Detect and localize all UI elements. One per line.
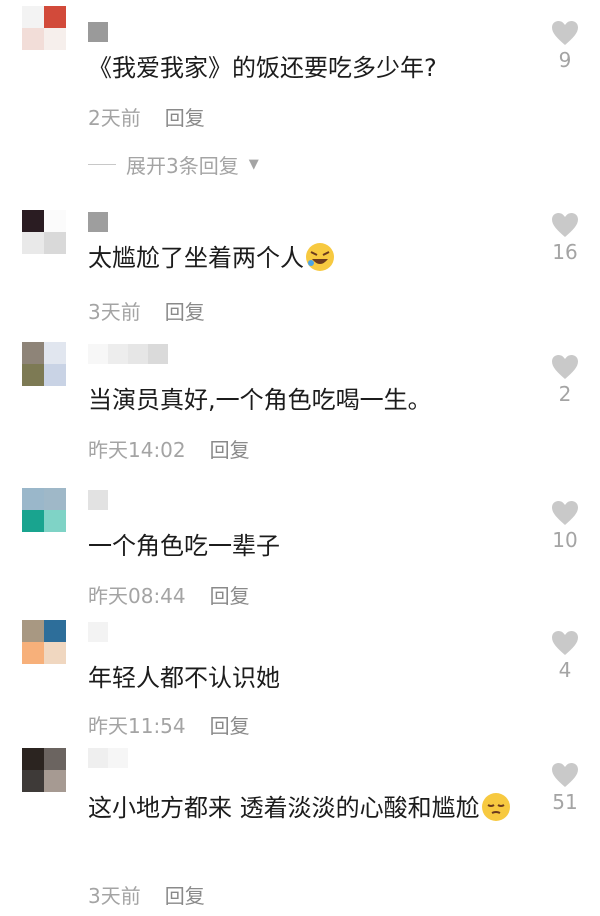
avatar-pixel xyxy=(44,232,66,254)
like-button[interactable]: 51 xyxy=(548,762,582,814)
username-block xyxy=(128,344,148,364)
comment-meta: 昨天11:54 回复 xyxy=(88,710,250,739)
username-blurred[interactable] xyxy=(88,344,168,364)
avatar-pixel xyxy=(44,488,66,510)
avatar[interactable] xyxy=(22,748,66,792)
comment-time: 昨天11:54 xyxy=(88,714,186,738)
caret-down-icon: ▼ xyxy=(248,157,259,172)
comment-time: 3天前 xyxy=(88,300,141,324)
avatar-pixel xyxy=(44,510,66,532)
avatar[interactable] xyxy=(22,488,66,532)
username-block xyxy=(148,344,168,364)
like-count: 9 xyxy=(558,48,572,72)
avatar[interactable] xyxy=(22,6,66,50)
heart-icon xyxy=(552,501,578,525)
reply-button[interactable]: 回复 xyxy=(165,880,205,909)
reply-button[interactable]: 回复 xyxy=(210,434,250,463)
avatar-pixel xyxy=(22,748,44,770)
avatar-pixel xyxy=(22,510,44,532)
avatar-pixel xyxy=(44,770,66,792)
expand-replies-button[interactable]: 展开3条回复 ▼ xyxy=(88,150,259,179)
avatar-pixel xyxy=(22,364,44,386)
like-button[interactable]: 16 xyxy=(548,212,582,264)
avatar-pixel xyxy=(22,28,44,50)
comment-text: 《我爱我家》的饭还要吃多少年? xyxy=(88,54,437,82)
avatar-pixel xyxy=(22,770,44,792)
comment-meta: 2天前 回复 xyxy=(88,102,205,131)
comment-meta: 昨天08:44 回复 xyxy=(88,580,250,609)
comment-text: 一个角色吃一辈子 xyxy=(88,532,280,560)
like-count: 4 xyxy=(558,658,572,682)
comment-time: 3天前 xyxy=(88,884,141,908)
comment-time: 昨天14:02 xyxy=(88,438,186,462)
comment-meta: 昨天14:02 回复 xyxy=(88,434,250,463)
username-blurred[interactable] xyxy=(88,22,108,42)
like-count: 10 xyxy=(552,528,578,552)
avatar-pixel xyxy=(44,342,66,364)
avatar[interactable] xyxy=(22,210,66,254)
avatar-pixel xyxy=(44,748,66,770)
comment-meta: 3天前 回复 xyxy=(88,296,205,325)
expand-replies-label: 展开3条回复 xyxy=(126,154,239,178)
username-blurred[interactable] xyxy=(88,622,108,642)
divider-dash xyxy=(88,164,116,165)
username-blurred[interactable] xyxy=(88,212,108,232)
username-block xyxy=(88,622,108,642)
like-button[interactable]: 4 xyxy=(548,630,582,682)
avatar[interactable] xyxy=(22,620,66,664)
avatar-pixel xyxy=(22,642,44,664)
avatar-pixel xyxy=(22,232,44,254)
comment-text: 当演员真好,一个角色吃喝一生。 xyxy=(88,386,432,414)
username-block xyxy=(88,212,108,232)
like-button[interactable]: 9 xyxy=(548,20,582,72)
avatar-pixel xyxy=(44,6,66,28)
reply-button[interactable]: 回复 xyxy=(165,296,205,325)
avatar-pixel xyxy=(22,6,44,28)
reply-button[interactable]: 回复 xyxy=(210,580,250,609)
pensive-emoji xyxy=(481,793,510,821)
comment-meta: 3天前 回复 xyxy=(88,880,205,909)
username-block xyxy=(88,748,108,768)
like-count: 16 xyxy=(552,240,578,264)
username-block xyxy=(108,344,128,364)
comment-text: 年轻人都不认识她 xyxy=(88,664,280,692)
avatar-pixel xyxy=(22,342,44,364)
reply-button[interactable]: 回复 xyxy=(210,710,250,739)
comment-time: 2天前 xyxy=(88,106,141,130)
avatar-pixel xyxy=(44,620,66,642)
comment-text: 太尴尬了坐着两个人 xyxy=(88,240,528,276)
avatar-pixel xyxy=(44,28,66,50)
like-button[interactable]: 2 xyxy=(548,354,582,406)
heart-icon xyxy=(552,213,578,237)
username-blurred[interactable] xyxy=(88,748,128,768)
rolling-laughing-emoji xyxy=(306,243,334,271)
comment-time: 昨天08:44 xyxy=(88,584,186,608)
comment-text: 这小地方都来 透着淡淡的心酸和尴尬 xyxy=(88,790,528,826)
like-button[interactable]: 10 xyxy=(548,500,582,552)
username-block xyxy=(108,748,128,768)
avatar-pixel xyxy=(22,620,44,642)
avatar-pixel xyxy=(44,364,66,386)
avatar-pixel xyxy=(44,642,66,664)
heart-icon xyxy=(552,355,578,379)
username-block xyxy=(88,22,108,42)
avatar-pixel xyxy=(22,488,44,510)
username-blurred[interactable] xyxy=(88,490,108,510)
like-count: 2 xyxy=(558,382,572,406)
heart-icon xyxy=(552,21,578,45)
heart-icon xyxy=(552,631,578,655)
username-block xyxy=(88,490,108,510)
username-block xyxy=(88,344,108,364)
like-count: 51 xyxy=(552,790,578,814)
heart-icon xyxy=(552,763,578,787)
avatar-pixel xyxy=(44,210,66,232)
reply-button[interactable]: 回复 xyxy=(165,102,205,131)
avatar-pixel xyxy=(22,210,44,232)
avatar[interactable] xyxy=(22,342,66,386)
